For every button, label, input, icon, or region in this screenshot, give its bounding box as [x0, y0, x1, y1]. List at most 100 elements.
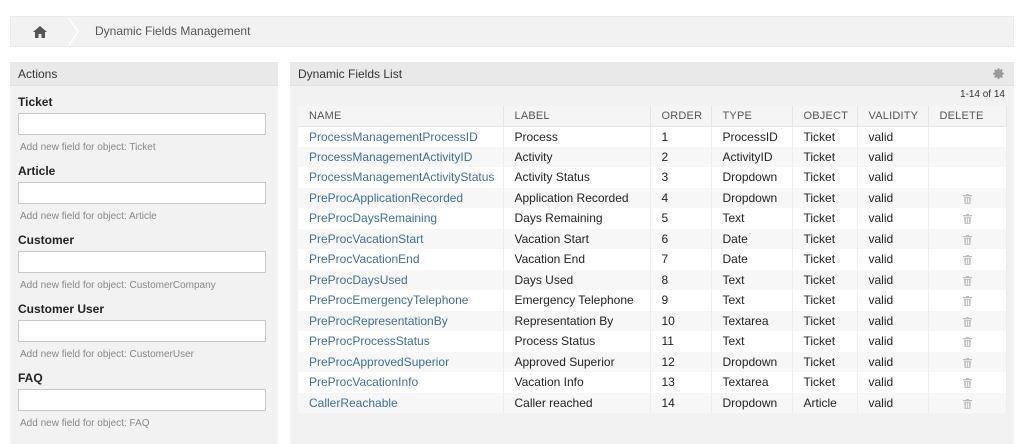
cell-object: Ticket — [792, 208, 858, 229]
cell-delete — [928, 187, 1007, 208]
cell-validity: valid — [857, 187, 929, 208]
cell-delete — [928, 310, 1007, 331]
cell-delete — [928, 249, 1007, 270]
cell-label: Activity — [503, 146, 651, 167]
cell-name[interactable]: PreProcApprovedSuperior — [298, 351, 504, 372]
add-field-select-customer-user[interactable] — [18, 320, 266, 342]
cell-name[interactable]: ProcessManagementActivityID — [298, 146, 504, 167]
cell-label: Days Used — [503, 269, 651, 290]
object-hint-ticket: Add new field for object: Ticket — [20, 142, 156, 153]
trash-icon[interactable] — [962, 398, 972, 409]
trash-icon[interactable] — [962, 275, 972, 286]
add-field-select-article[interactable] — [18, 182, 266, 204]
table-row: PreProcRepresentationBy Representation By… — [298, 310, 1007, 331]
cell-object: Ticket — [792, 167, 858, 188]
table-row: ProcessManagementActivityID Activity 2 Acti… — [298, 146, 1007, 167]
cell-order: 11 — [650, 331, 712, 352]
cell-type: Date — [711, 249, 793, 270]
cell-name[interactable]: PreProcVacationStart — [298, 228, 504, 249]
column-header-type[interactable]: TYPE — [711, 106, 793, 127]
dynamic-fields-panel: Dynamic Fields List 1-14 of 14 NAME LABEL… — [290, 62, 1014, 444]
cell-validity: valid — [857, 208, 929, 229]
column-header-order[interactable]: ORDER — [650, 106, 712, 127]
trash-icon[interactable] — [962, 214, 972, 225]
cell-name[interactable]: PreProcProcessStatus — [298, 331, 504, 352]
cell-type: Text — [711, 331, 793, 352]
cell-name[interactable]: ProcessManagementActivityStatus — [298, 167, 504, 188]
cell-label: Days Remaining — [503, 208, 651, 229]
cell-name[interactable]: PreProcDaysRemaining — [298, 208, 504, 229]
table-row: PreProcVacationInfo Vacation Info 13 Textar… — [298, 372, 1007, 393]
trash-icon[interactable] — [962, 193, 972, 204]
trash-icon[interactable] — [962, 296, 972, 307]
table-row: PreProcVacationStart Vacation Start 6 Date T… — [298, 228, 1007, 249]
add-field-select-faq[interactable] — [18, 389, 266, 411]
cell-order: 4 — [650, 187, 712, 208]
add-field-select-ticket[interactable] — [18, 113, 266, 135]
cell-delete — [928, 351, 1007, 372]
cell-name[interactable]: CallerReachable — [298, 392, 504, 413]
object-hint-faq: Add new field for object: FAQ — [20, 418, 150, 429]
breadcrumb-title: Dynamic Fields Management — [95, 24, 251, 38]
column-header-name[interactable]: NAME — [298, 106, 504, 127]
object-hint-customer-user: Add new field for object: CustomerUser — [20, 349, 194, 360]
table-row: PreProcDaysRemaining Days Remaining 5 Text T… — [298, 208, 1007, 229]
cell-object: Ticket — [792, 331, 858, 352]
actions-list: Ticket Add new field for object: Ticket Ar… — [10, 95, 278, 431]
trash-icon[interactable] — [962, 234, 972, 245]
cell-type: Textarea — [711, 310, 793, 331]
column-header-object[interactable]: OBJECT — [792, 106, 858, 127]
trash-icon[interactable] — [962, 378, 972, 389]
cell-name[interactable]: PreProcApplicationRecorded — [298, 187, 504, 208]
cell-type: Date — [711, 228, 793, 249]
cell-delete — [928, 167, 1007, 188]
cell-delete — [928, 146, 1007, 167]
cell-validity: valid — [857, 331, 929, 352]
cell-type: Dropdown — [711, 351, 793, 372]
cell-object: Ticket — [792, 249, 858, 270]
cell-name[interactable]: PreProcRepresentationBy — [298, 310, 504, 331]
cell-name[interactable]: PreProcEmergencyTelephone — [298, 290, 504, 311]
cell-name[interactable]: ProcessManagementProcessID — [298, 126, 504, 147]
table-body: ProcessManagementProcessID Process 1 Proces… — [298, 126, 1007, 413]
cell-label: Approved Superior — [503, 351, 651, 372]
breadcrumb-separator-fill — [67, 17, 77, 46]
cell-object: Ticket — [792, 126, 858, 147]
cell-type: Dropdown — [711, 187, 793, 208]
trash-icon[interactable] — [962, 316, 972, 327]
cell-validity: valid — [857, 167, 929, 188]
cell-delete — [928, 208, 1007, 229]
cell-delete — [928, 126, 1007, 147]
cell-label: Vacation Info — [503, 372, 651, 393]
cell-label: Vacation End — [503, 249, 651, 270]
trash-icon[interactable] — [962, 357, 972, 368]
trash-icon[interactable] — [962, 337, 972, 348]
gear-icon[interactable] — [992, 67, 1005, 80]
column-header-label[interactable]: LABEL — [503, 106, 651, 127]
cell-name[interactable]: PreProcVacationEnd — [298, 249, 504, 270]
add-field-select-customer[interactable] — [18, 251, 266, 273]
table-row: PreProcApplicationRecorded Application Re… — [298, 187, 1007, 208]
table-row: PreProcDaysUsed Days Used 8 Text Ticket valid — [298, 269, 1007, 290]
cell-label: Caller reached — [503, 392, 651, 413]
cell-label: Representation By — [503, 310, 651, 331]
object-title-customer-user: Customer User — [18, 302, 105, 316]
cell-order: 13 — [650, 372, 712, 393]
cell-name[interactable]: PreProcVacationInfo — [298, 372, 504, 393]
cell-order: 3 — [650, 167, 712, 188]
table-row: ProcessManagementActivityStatus Activity … — [298, 167, 1007, 188]
cell-label: Process Status — [503, 331, 651, 352]
cell-validity: valid — [857, 392, 929, 413]
column-header-validity[interactable]: VALIDITY — [857, 106, 929, 127]
trash-icon[interactable] — [962, 255, 972, 266]
cell-validity: valid — [857, 351, 929, 372]
home-link[interactable] — [11, 17, 69, 46]
cell-name[interactable]: PreProcDaysUsed — [298, 269, 504, 290]
table-row: CallerReachable Caller reached 14 Dropdown A… — [298, 392, 1007, 413]
cell-order: 6 — [650, 228, 712, 249]
cell-order: 7 — [650, 249, 712, 270]
column-header-delete[interactable]: DELETE — [928, 106, 1007, 127]
cell-validity: valid — [857, 310, 929, 331]
cell-label: Vacation Start — [503, 228, 651, 249]
cell-order: 2 — [650, 146, 712, 167]
